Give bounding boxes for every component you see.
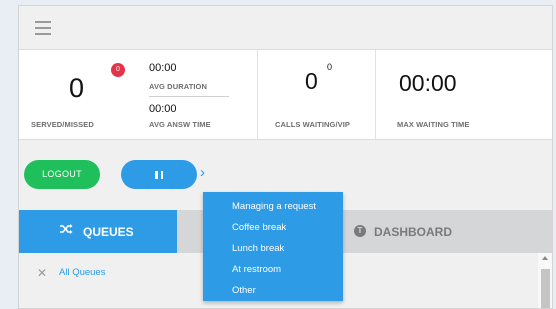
close-icon[interactable]: ✕ — [37, 266, 47, 280]
menu-item-lunch-break[interactable]: Lunch break — [232, 243, 284, 254]
all-queues-link[interactable]: All Queues — [59, 267, 105, 278]
max-wait-value: 00:00 — [399, 70, 457, 96]
menu-item-at-restroom[interactable]: At restroom — [232, 264, 281, 275]
missed-badge: 0 — [111, 63, 125, 77]
max-wait-label: MAX WAITING TIME — [397, 120, 470, 129]
tab-queues[interactable]: QUEUES — [19, 210, 177, 253]
tab-queues-label: QUEUES — [83, 225, 134, 239]
divider — [375, 50, 376, 139]
avg-answer-value: 00:00 — [149, 103, 177, 115]
calls-waiting-count: 0 — [305, 68, 318, 94]
divider — [149, 96, 229, 97]
circle-t-icon: T — [354, 225, 366, 237]
menu-item-managing-request[interactable]: Managing a request — [232, 201, 316, 212]
avg-duration-label: AVG DURATION — [149, 82, 208, 91]
scrollbar[interactable] — [538, 253, 552, 308]
served-missed-label: SERVED/MISSED — [31, 120, 94, 129]
pause-button[interactable] — [121, 160, 197, 189]
avg-answer-label: AVG ANSW TIME — [149, 120, 211, 129]
scroll-thumb[interactable] — [541, 269, 550, 308]
divider — [257, 50, 258, 139]
shuffle-icon — [59, 223, 73, 238]
vip-count: 0 — [327, 62, 333, 72]
chevron-right-icon[interactable]: › — [200, 164, 205, 181]
hamburger-menu-icon[interactable] — [35, 21, 51, 35]
menu-item-other[interactable]: Other — [232, 285, 256, 296]
logout-button[interactable]: LOGOUT — [24, 160, 100, 189]
pause-reason-menu: Managing a request Coffee break Lunch br… — [203, 192, 343, 301]
stats-bar: 0 0 SERVED/MISSED 00:00 AVG DURATION 00:… — [19, 49, 552, 140]
avg-duration-value: 00:00 — [149, 62, 177, 74]
scroll-up-arrow-icon[interactable] — [542, 256, 548, 260]
tab-dashboard-label: DASHBOARD — [374, 225, 452, 239]
served-count: 0 — [69, 73, 85, 103]
calls-waiting-vip-label: CALLS WAITING/VIP — [275, 120, 351, 129]
agent-panel: 0 0 SERVED/MISSED 00:00 AVG DURATION 00:… — [18, 5, 553, 309]
menu-item-coffee-break[interactable]: Coffee break — [232, 222, 286, 233]
top-bar — [19, 6, 552, 49]
tab-dashboard[interactable]: T DASHBOARD — [339, 210, 552, 253]
